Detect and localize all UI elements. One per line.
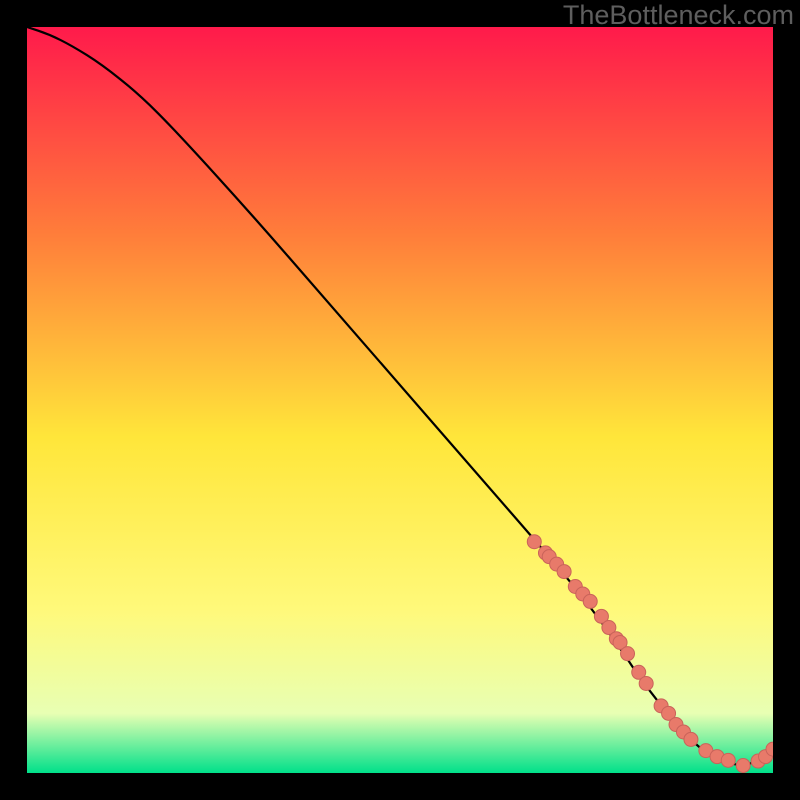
data-marker — [721, 753, 735, 767]
data-marker — [736, 759, 750, 773]
bottleneck-chart — [27, 27, 773, 773]
data-marker — [527, 535, 541, 549]
data-marker — [639, 676, 653, 690]
gradient-background — [27, 27, 773, 773]
data-marker — [557, 565, 571, 579]
data-marker — [684, 732, 698, 746]
data-marker — [583, 594, 597, 608]
data-marker — [621, 647, 635, 661]
chart-stage: TheBottleneck.com — [0, 0, 800, 800]
